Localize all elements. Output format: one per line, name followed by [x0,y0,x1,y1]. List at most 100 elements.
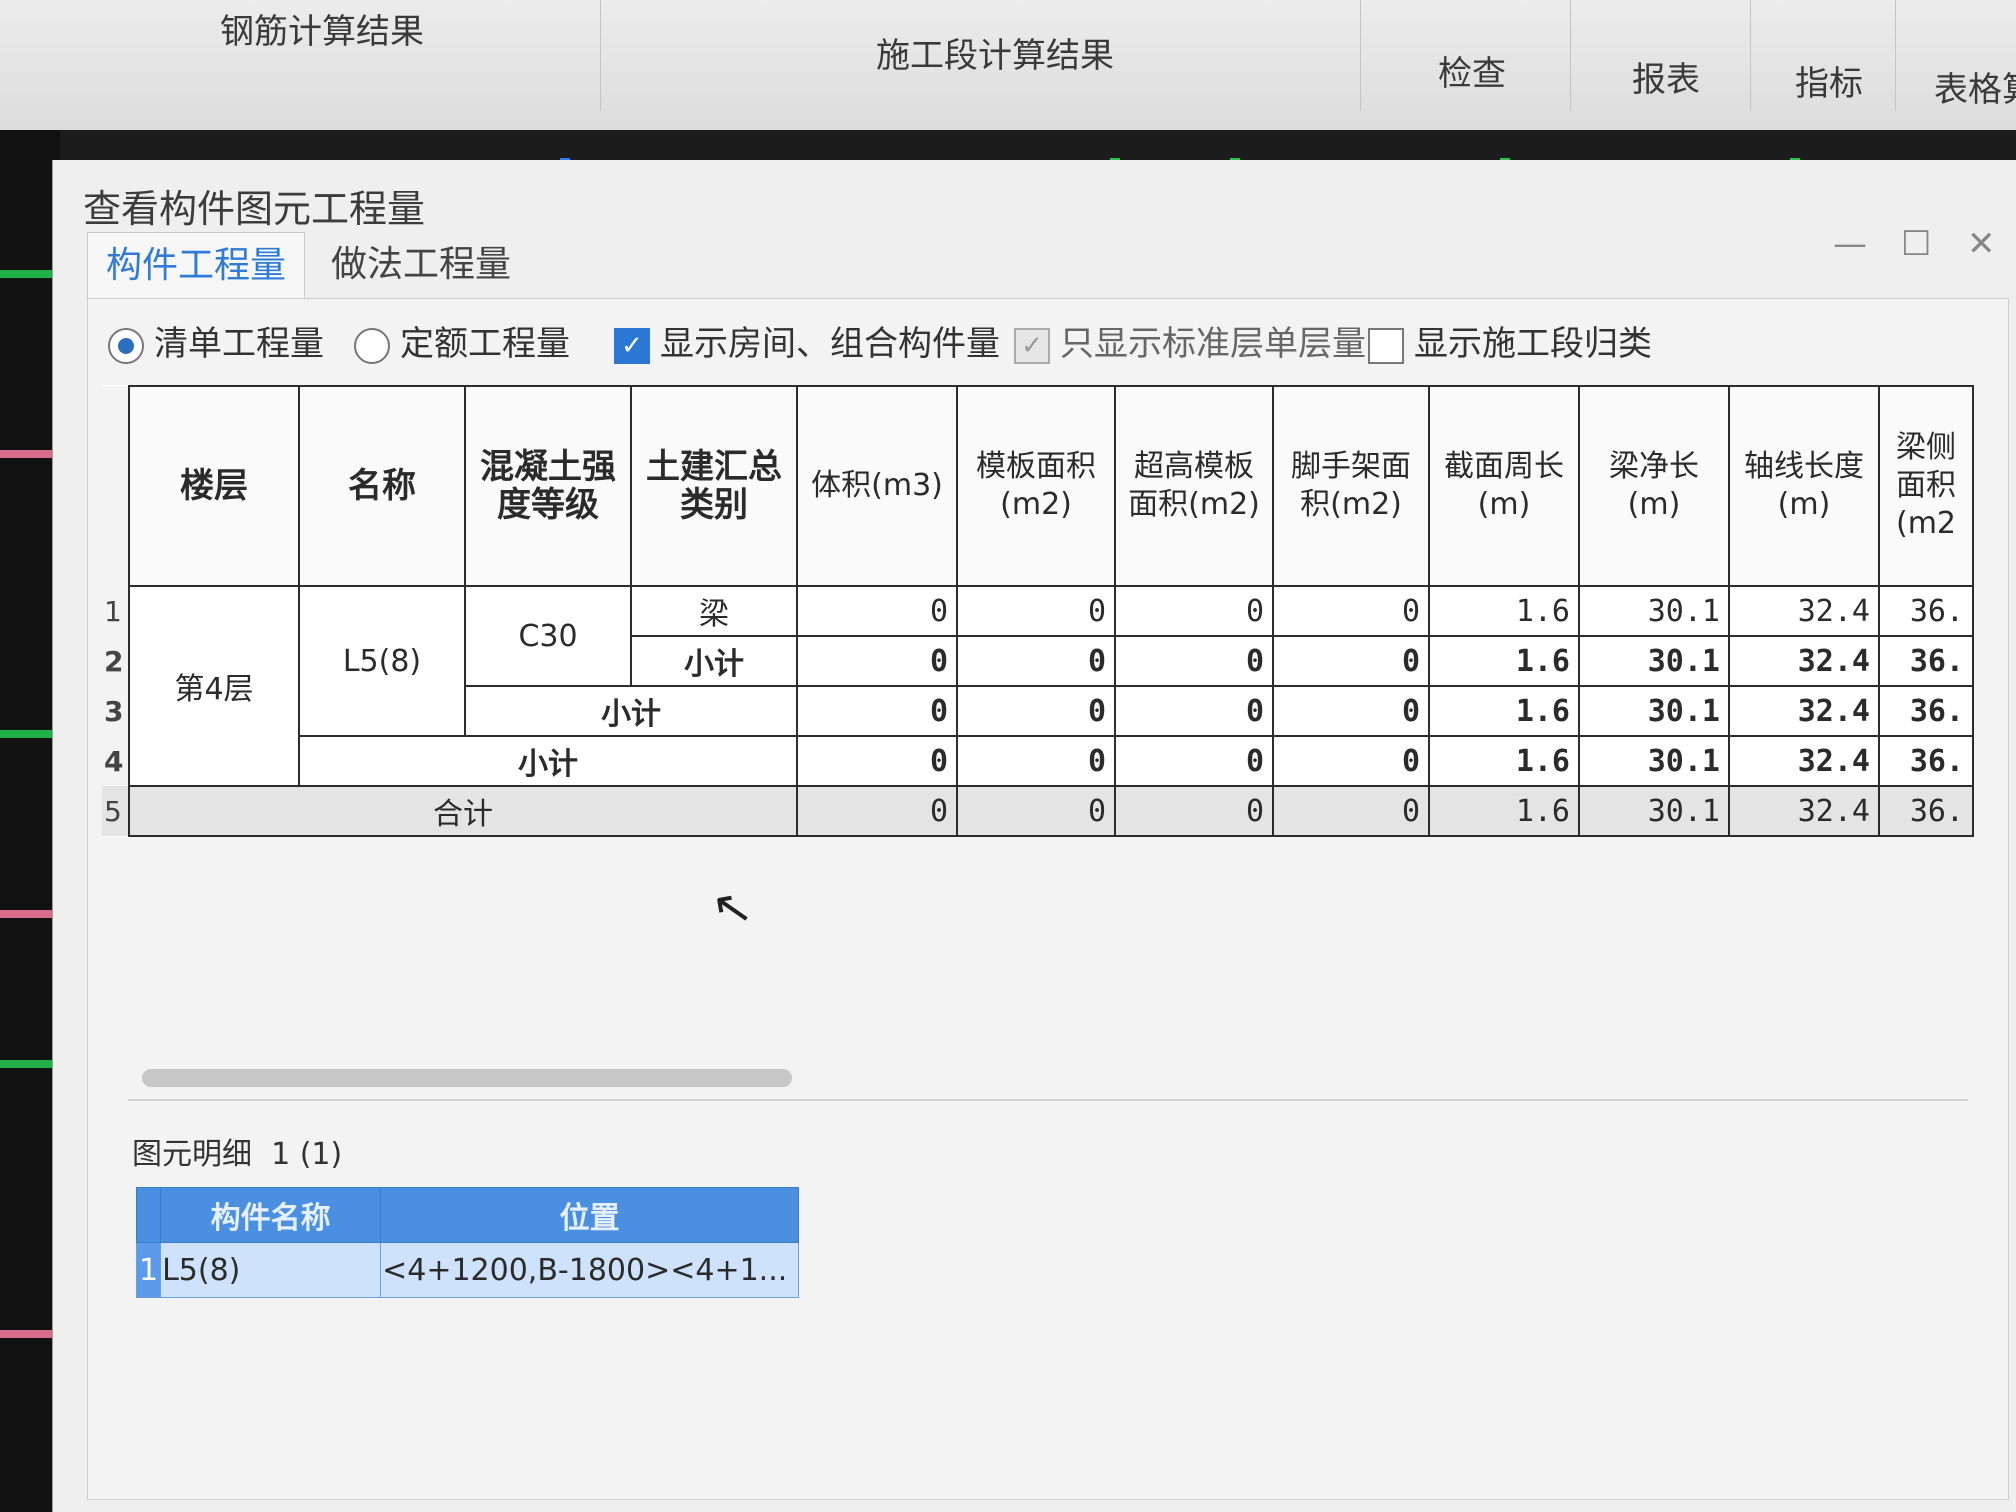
cell-value[interactable]: 0 [1114,585,1274,637]
detail-header-name[interactable]: 构件名称 [160,1187,382,1243]
main-ribbon: 钢筋计算结果 施工段计算结果 检查 报表 指标 表格算 [0,0,2016,132]
table-row[interactable]: 1 第4层 L5(8) C30 梁 0 0 0 0 1.6 30.1 32.4 … [102,585,1974,787]
cell-value[interactable]: 30.1 [1578,635,1730,687]
ribbon-report-button[interactable]: 报表 [1632,52,1700,101]
ribbon-check-button[interactable]: 检查 [1438,46,1506,95]
detail-count: 1 (1) [271,1137,343,1172]
cell-value[interactable]: 0 [1272,735,1430,787]
header-volume[interactable]: 体积(m3) [796,385,958,587]
cell-value[interactable]: 0 [1114,685,1274,737]
cell-subtotal[interactable]: 小计 [630,635,798,687]
cell-value[interactable]: 36. [1878,585,1974,637]
checkbox-empty-icon [1368,327,1404,364]
ribbon-table-calc-button[interactable]: 表格算 [1934,62,2016,111]
cell-value[interactable]: 0 [1272,635,1430,687]
header-beam-net-length[interactable]: 梁净长(m) [1578,385,1730,587]
cell-value[interactable]: 0 [956,685,1116,737]
detail-table: 构件名称 位置 1 L5(8) <4+1200,B-1800><4+1... [135,1187,800,1298]
detail-cell-name[interactable]: L5(8) [160,1242,382,1298]
cell-value[interactable]: 0 [1272,785,1430,837]
quantity-table: 楼层 名称 混凝土强度等级 土建汇总类别 体积(m3) 模板面积(m2) 超高模… [102,385,1974,837]
cell-value[interactable]: 0 [956,785,1116,837]
cell-name[interactable]: L5(8) [298,585,466,737]
cell-value[interactable]: 36. [1878,785,1974,837]
radio-empty-icon [354,327,390,364]
cell-value[interactable]: 30.1 [1578,685,1730,737]
cell-value[interactable]: 0 [796,685,958,737]
header-axis-length[interactable]: 轴线长度(m) [1728,385,1880,587]
header-section-perimeter[interactable]: 截面周长(m) [1428,385,1580,587]
cell-value[interactable]: 0 [796,735,958,787]
table-header-row: 楼层 名称 混凝土强度等级 土建汇总类别 体积(m3) 模板面积(m2) 超高模… [102,385,1974,587]
tab-panel: 清单工程量 定额工程量 ✓ 显示房间、组合构件量 ✓ 只显示标准层单层量 显示施工段… [87,298,2009,1500]
header-beam-side-area[interactable]: 梁侧面积(m2 [1878,385,1974,587]
detail-cell-position[interactable]: <4+1200,B-1800><4+1... [380,1242,800,1298]
header-concrete-grade[interactable]: 混凝土强度等级 [464,385,632,587]
detail-row[interactable]: 1 L5(8) <4+1200,B-1800><4+1... [135,1242,800,1298]
cell-floor[interactable]: 第4层 [128,585,300,787]
horizontal-scrollbar[interactable] [142,1069,792,1087]
cell-subtotal[interactable]: 小计 [298,735,798,787]
cell-value[interactable]: 32.4 [1728,785,1880,837]
check-standard-floor[interactable]: ✓ 只显示标准层单层量 [1014,319,1366,369]
cell-grade[interactable]: C30 [464,585,632,687]
close-icon[interactable]: ✕ [1967,224,1996,264]
checkbox-checked-icon: ✓ [614,327,650,364]
detail-section-label: 图元明细 1 (1) [132,1137,343,1172]
cell-category[interactable]: 梁 [630,585,798,637]
cell-value[interactable]: 0 [956,585,1116,637]
cell-value[interactable]: 1.6 [1428,785,1580,837]
ribbon-tab-segment-results[interactable]: 施工段计算结果 [876,28,1114,77]
radio-selected-icon [108,327,144,364]
header-category[interactable]: 土建汇总类别 [630,385,798,587]
cell-value[interactable]: 32.4 [1728,735,1880,787]
cell-value[interactable]: 32.4 [1728,685,1880,737]
radio-quota-quantity[interactable]: 定额工程量 [354,319,570,369]
cell-value[interactable]: 1.6 [1428,635,1580,687]
cell-value[interactable]: 36. [1878,635,1974,687]
header-floor[interactable]: 楼层 [128,385,300,587]
detail-header-position[interactable]: 位置 [380,1187,800,1243]
cell-value[interactable]: 0 [956,635,1116,687]
header-scaffold-area[interactable]: 脚手架面积(m2) [1272,385,1430,587]
cell-value[interactable]: 0 [796,635,958,687]
ribbon-tab-rebar-results[interactable]: 钢筋计算结果 [220,4,424,53]
header-formwork-area[interactable]: 模板面积(m2) [956,385,1116,587]
cell-value[interactable]: 1.6 [1428,685,1580,737]
quantity-dialog: 查看构件图元工程量 — ☐ ✕ 构件工程量 做法工程量 清单工程量 定额工程量 … [52,160,2016,1512]
tab-component-quantity[interactable]: 构件工程量 [87,232,306,299]
cell-value[interactable]: 0 [1114,735,1274,787]
check-show-rooms[interactable]: ✓ 显示房间、组合构件量 [614,319,1000,369]
cell-value[interactable]: 0 [796,585,958,637]
panel-splitter[interactable] [128,1099,1968,1101]
cell-value[interactable]: 30.1 [1578,785,1730,837]
ribbon-index-button[interactable]: 指标 [1795,56,1863,105]
cell-value[interactable]: 0 [1114,785,1274,837]
cell-value[interactable]: 0 [1114,635,1274,687]
cell-value[interactable]: 32.4 [1728,585,1880,637]
cell-value[interactable]: 32.4 [1728,635,1880,687]
cell-subtotal[interactable]: 小计 [464,685,798,737]
cell-value[interactable]: 0 [1272,585,1430,637]
cell-value[interactable]: 30.1 [1578,735,1730,787]
cell-value[interactable]: 0 [956,735,1116,787]
table-row[interactable]: 4 小计 0 0 0 0 1.6 30.1 32.4 36. [102,735,1974,787]
cell-value[interactable]: 30.1 [1578,585,1730,637]
radio-list-quantity[interactable]: 清单工程量 [108,319,324,369]
header-high-formwork-area[interactable]: 超高模板面积(m2) [1114,385,1274,587]
cell-total[interactable]: 合计 [128,785,798,837]
cell-value[interactable]: 36. [1878,735,1974,787]
cell-value[interactable]: 0 [796,785,958,837]
cell-value[interactable]: 0 [1272,685,1430,737]
minimize-icon[interactable]: — [1833,224,1867,264]
check-show-segments[interactable]: 显示施工段归类 [1368,319,1652,369]
tab-method-quantity[interactable]: 做法工程量 [313,232,529,298]
header-name[interactable]: 名称 [298,385,466,587]
cell-value[interactable]: 1.6 [1428,735,1580,787]
detail-header-row: 构件名称 位置 [135,1187,800,1243]
table-total-row[interactable]: 5 合计 0 0 0 0 1.6 30.1 32.4 36. [102,785,1974,837]
cad-canvas-left [0,130,60,1512]
cell-value[interactable]: 36. [1878,685,1974,737]
cell-value[interactable]: 1.6 [1428,585,1580,637]
maximize-icon[interactable]: ☐ [1901,224,1931,264]
